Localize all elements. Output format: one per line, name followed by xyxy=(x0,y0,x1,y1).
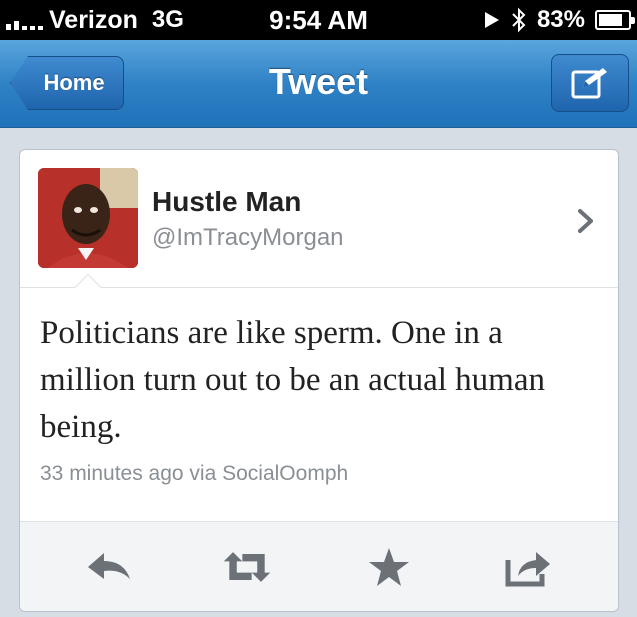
reply-icon xyxy=(88,553,130,579)
location-icon xyxy=(484,12,499,28)
avatar-image xyxy=(38,168,138,268)
status-right: 83% xyxy=(483,0,635,40)
reply-button[interactable] xyxy=(82,544,136,590)
retweet-icon xyxy=(223,552,271,582)
status-bar: Verizon 3G 9:54 AM 83% xyxy=(0,0,637,40)
battery-icon xyxy=(595,10,635,30)
compose-button[interactable] xyxy=(551,54,629,112)
home-back-button[interactable]: Home xyxy=(10,56,124,110)
navigation-bar: Tweet Home xyxy=(0,40,637,128)
tweet-actions-bar xyxy=(20,521,618,611)
avatar xyxy=(38,168,138,268)
back-button-label: Home xyxy=(43,70,105,95)
battery-fill xyxy=(599,14,623,26)
tweet-text: Politicians are like sperm. One in a mil… xyxy=(40,315,545,445)
bluetooth-icon xyxy=(512,7,526,33)
profile-row[interactable]: Hustle Man @ImTracyMorgan xyxy=(20,150,618,288)
favorite-icon xyxy=(369,548,409,586)
battery-percent: 83% xyxy=(536,6,585,33)
tweet-timestamp: 33 minutes ago via SocialOomph xyxy=(40,462,349,485)
retweet-button[interactable] xyxy=(220,544,274,590)
favorite-button[interactable] xyxy=(362,544,416,590)
display-name: Hustle Man xyxy=(152,186,302,217)
compose-icon xyxy=(571,68,607,99)
chevron-right-icon xyxy=(578,209,593,233)
share-icon xyxy=(505,552,550,587)
tweet-card: Hustle Man @ImTracyMorgan Politicians ar… xyxy=(19,149,619,612)
user-handle: @ImTracyMorgan xyxy=(152,224,344,251)
share-button[interactable] xyxy=(502,544,556,590)
